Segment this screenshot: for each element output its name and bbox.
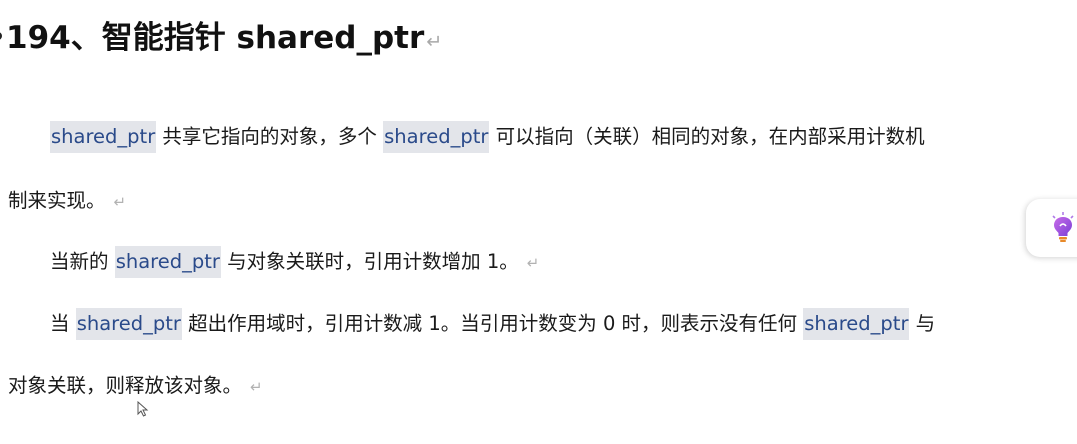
- code-term: shared_ptr: [383, 121, 490, 153]
- body-text: 当新的: [50, 250, 115, 273]
- code-term: shared_ptr: [50, 121, 157, 153]
- mouse-pointer-icon: [137, 401, 149, 417]
- body-text: 与对象关联时，引用计数增加 1。: [220, 250, 519, 273]
- heading-text: 194、智能指针 shared_ptr: [6, 20, 425, 56]
- section-heading: 194、智能指针 shared_ptr ↵: [0, 12, 442, 57]
- paragraph-mark: ↵: [113, 193, 127, 211]
- body-text: 可以指向（关联）相同的对象，在内部采用计数机: [489, 125, 925, 148]
- body-text: 对象关联，则释放该对象。: [8, 374, 243, 397]
- body-text: 当: [50, 312, 76, 335]
- assistant-side-tab[interactable]: [1026, 199, 1077, 257]
- paragraph-mark: ↵: [426, 30, 443, 53]
- paragraph-2-line-1: 当新的 shared_ptr 与对象关联时，引用计数增加 1。 ↵: [50, 245, 540, 278]
- paragraph-3-line-2: 对象关联，则释放该对象。 ↵: [8, 369, 263, 398]
- paragraph-1-line-2: 制来实现。 ↵: [8, 184, 126, 213]
- lightbulb-assistant-icon: [1052, 212, 1074, 242]
- body-text: 制来实现。: [8, 189, 106, 212]
- heading-bullet: [0, 31, 2, 40]
- paragraph-mark: ↵: [250, 378, 263, 396]
- body-text: 共享它指向的对象，多个: [156, 125, 384, 148]
- paragraph-mark: ↵: [526, 254, 540, 272]
- code-term: shared_ptr: [114, 246, 221, 278]
- body-text: 与: [909, 312, 936, 335]
- document-page: 194、智能指针 shared_ptr ↵ shared_ptr 共享它指向的对象…: [0, 0, 1077, 444]
- code-term: shared_ptr: [803, 308, 910, 340]
- body-text: 超出作用域时，引用计数减 1。当引用计数变为 0 时，则表示没有任何: [181, 312, 804, 335]
- code-term: shared_ptr: [75, 308, 182, 340]
- paragraph-1-line-1: shared_ptr 共享它指向的对象，多个 shared_ptr 可以指向（关…: [50, 120, 925, 153]
- paragraph-3-line-1: 当 shared_ptr 超出作用域时，引用计数减 1。当引用计数变为 0 时，…: [50, 307, 936, 340]
